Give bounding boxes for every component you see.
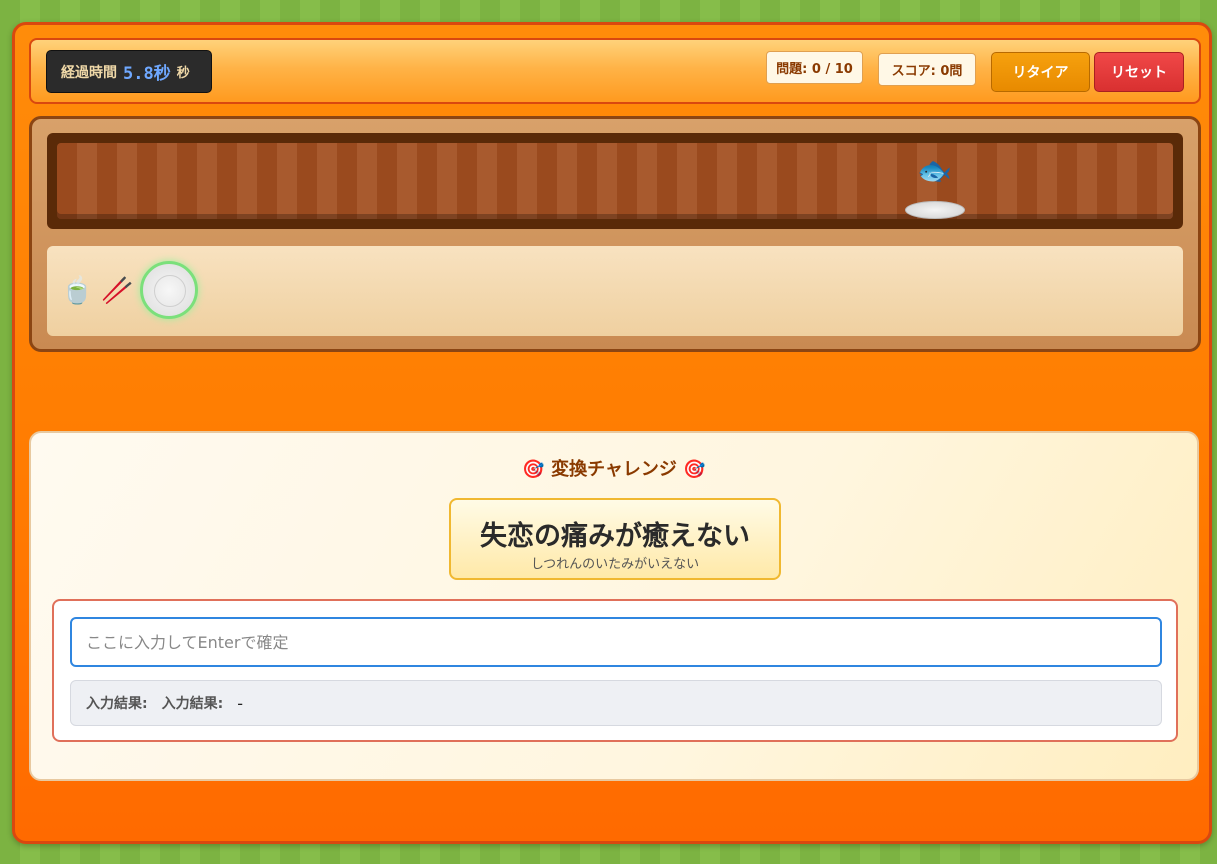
header-bar: 経過時間 5.8秒 秒 問題: 0 / 10 スコア: 0問 リタイア リセット xyxy=(29,38,1201,104)
elapsed-timer: 経過時間 5.8秒 秒 xyxy=(46,50,212,93)
result-label: 入力結果: xyxy=(86,696,148,712)
game-frame: 経過時間 5.8秒 秒 問題: 0 / 10 スコア: 0問 リタイア リセット… xyxy=(12,22,1212,844)
result-label: 入力結果: xyxy=(161,696,224,712)
input-area: 入力結果: 入力結果: - xyxy=(52,599,1178,742)
score-badge: スコア: 0問 xyxy=(878,53,976,86)
challenge-title: 🎯 変換チャレンジ 🎯 xyxy=(31,455,1197,481)
conveyor-belt: 🐟 xyxy=(47,133,1183,229)
fish-icon: 🐟 xyxy=(917,154,952,187)
challenge-panel: 🎯 変換チャレンジ 🎯 失恋の痛みが癒えない しつれんのいたみがいえない 入力結… xyxy=(29,431,1199,781)
chopsticks-icon: 🥢 xyxy=(101,276,134,306)
answer-input[interactable] xyxy=(70,617,1162,667)
tea-icon: 🍵 xyxy=(61,276,94,306)
timer-value: 5.8秒 xyxy=(123,64,171,84)
reset-button[interactable]: リセット xyxy=(1094,52,1184,92)
result-display: 入力結果: 入力結果: - xyxy=(70,680,1162,726)
timer-label: 経過時間 xyxy=(61,64,117,81)
customer-seat: 🍵 🥢 xyxy=(47,246,1183,336)
customer-plate xyxy=(140,261,198,319)
question-counter: 問題: 0 / 10 xyxy=(766,51,863,84)
conveyor-belt-track: 🐟 xyxy=(57,143,1173,219)
target-phrase-card: 失恋の痛みが癒えない しつれんのいたみがいえない xyxy=(449,498,781,580)
target-icon: 🎯 xyxy=(522,459,545,480)
target-reading: しつれんのいたみがいえない xyxy=(530,557,700,572)
target-text: 失恋の痛みが癒えない xyxy=(480,521,750,552)
target-icon: 🎯 xyxy=(683,459,706,480)
sushi-plate: 🐟 xyxy=(905,157,967,219)
timer-unit: 秒 xyxy=(176,66,190,81)
retire-button[interactable]: リタイア xyxy=(991,52,1090,92)
sushi-counter: 🐟 🍵 🥢 xyxy=(29,116,1201,352)
challenge-title-text: 変換チャレンジ xyxy=(551,459,677,480)
plate-icon xyxy=(905,201,965,219)
result-value: - xyxy=(237,693,243,713)
